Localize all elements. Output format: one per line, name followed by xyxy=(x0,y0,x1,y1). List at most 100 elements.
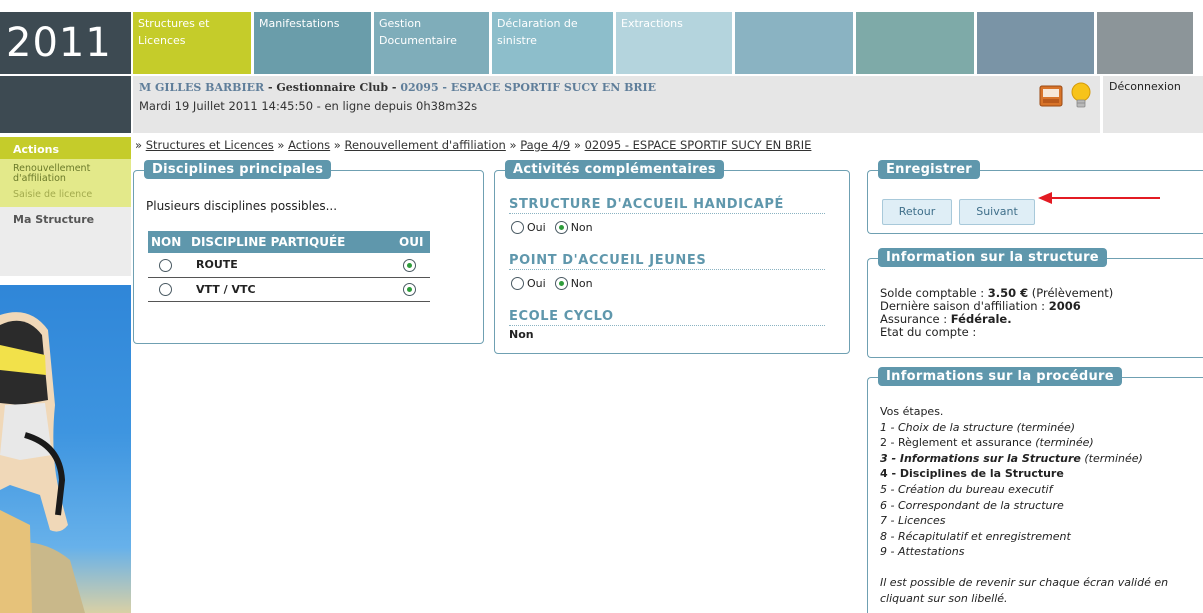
disciplines-intro: Plusieurs disciplines possibles... xyxy=(146,199,338,213)
step-label: 4 - Disciplines de la Structure xyxy=(880,467,1064,481)
discipline-route-oui-radio[interactable] xyxy=(403,258,416,272)
step-label: 6 - Correspondant de la structure xyxy=(880,498,1064,512)
col-discipline: DISCIPLINE PARTIQUÉE xyxy=(188,231,396,253)
year-logo: 2011 xyxy=(0,12,131,74)
user-bar: M GILLES BARBIER - Gestionnaire Club - 0… xyxy=(133,76,1100,133)
sidebar-item-renouvellement[interactable]: Renouvellement d'affiliation xyxy=(0,161,131,187)
etat-line: Etat du compte : xyxy=(880,325,977,339)
structure-info-panel: Information sur la structure Solde compt… xyxy=(867,248,1203,358)
note-text: Il est possible de revenir sur chaque éc… xyxy=(880,575,1169,605)
disciplines-table: NON DISCIPLINE PARTIQUÉE OUI ROUTE VTT /… xyxy=(148,231,430,302)
procedure-panel: Informations sur la procédure Vos étapes… xyxy=(867,367,1203,613)
breadcrumb-prefix: » xyxy=(135,138,146,152)
breadcrumb-actions[interactable]: Actions xyxy=(288,138,330,152)
step-label: 3 - Informations sur la Structure xyxy=(880,451,1081,465)
procedure-body: Vos étapes. 1 - Choix de la structure (t… xyxy=(880,404,1200,606)
procedure-step: 5 - Création du bureau executif xyxy=(880,482,1200,498)
sidebar-item-saisie-licence[interactable]: Saisie de licence xyxy=(0,187,131,203)
procedure-note: Il est possible de revenir sur chaque éc… xyxy=(880,575,1200,606)
tab-empty-4 xyxy=(1097,12,1193,74)
annotation-arrow-icon xyxy=(1038,192,1160,204)
discipline-name: VTT / VTC xyxy=(188,277,396,302)
user-identity: M GILLES BARBIER - Gestionnaire Club - 0… xyxy=(139,81,1094,94)
step-label: 5 - Création du bureau executif xyxy=(880,482,1053,496)
procedure-step: 7 - Licences xyxy=(880,513,1200,529)
saison-value: 2006 xyxy=(1048,299,1081,313)
discipline-vtt-non-radio[interactable] xyxy=(159,282,172,296)
col-non: NON xyxy=(148,231,188,253)
sidebar-item-ma-structure[interactable]: Ma Structure xyxy=(0,207,131,276)
solde-note: (Prélèvement) xyxy=(1028,286,1114,300)
table-row: ROUTE xyxy=(148,253,430,278)
header-icons xyxy=(1038,82,1092,113)
assurance-value: Fédérale. xyxy=(950,312,1012,326)
tab-gestion-documentaire[interactable]: Gestion Documentaire xyxy=(374,12,489,74)
procedure-step[interactable]: 2 - Règlement et assurance (terminée) xyxy=(880,435,1200,451)
tab-extractions[interactable]: Extractions xyxy=(616,12,732,74)
discipline-route-non-radio[interactable] xyxy=(159,258,172,272)
table-row: VTT / VTC xyxy=(148,277,430,302)
jeunes-oui-radio[interactable] xyxy=(511,277,524,290)
handicap-title: STRUCTURE D'ACCUEIL HANDICAPÉ xyxy=(509,197,825,214)
jeunes-non-radio[interactable] xyxy=(554,277,568,290)
tab-manifestations[interactable]: Manifestations xyxy=(254,12,371,74)
step-status: (terminée) xyxy=(1031,436,1094,450)
handicap-oui-label: Oui xyxy=(527,221,546,234)
disciplines-title: Disciplines principales xyxy=(144,160,332,179)
tab-empty-1 xyxy=(735,12,853,74)
structure-info-body: Solde comptable : 3.50 € (Prélèvement) D… xyxy=(880,287,1113,339)
user-name: M GILLES BARBIER xyxy=(139,81,265,94)
step-label: 9 - Attestations xyxy=(880,545,965,559)
step-label: 8 - Récapitulatif et enregistrement xyxy=(880,529,1071,543)
tab-declaration-sinistre[interactable]: Déclaration de sinistre xyxy=(492,12,613,74)
procedure-step: 9 - Attestations xyxy=(880,544,1200,560)
activites-title: Activités complémentaires xyxy=(505,160,724,179)
handicap-non-radio[interactable] xyxy=(554,221,568,234)
col-oui: OUI xyxy=(396,231,430,253)
breadcrumb-club[interactable]: 02095 - ESPACE SPORTIF SUCY EN BRIE xyxy=(585,138,812,152)
sidebar-actions: Renouvellement d'affiliation Saisie de l… xyxy=(0,159,131,207)
suivant-button[interactable]: Suivant xyxy=(959,199,1035,225)
step-label: 7 - Licences xyxy=(880,514,946,528)
cyclo-value: Non xyxy=(509,328,534,341)
jeunes-non-label: Non xyxy=(570,277,593,290)
procedure-step-current[interactable]: 4 - Disciplines de la Structure xyxy=(880,466,1200,482)
procedure-step: 8 - Récapitulatif et enregistrement xyxy=(880,529,1200,545)
separator: - xyxy=(388,81,401,94)
assurance-label: Assurance : xyxy=(880,312,951,326)
sidebar: Actions Renouvellement d'affiliation Sai… xyxy=(0,137,131,276)
step-label: 1 - Choix de la structure xyxy=(880,420,1014,434)
structure-info-title: Information sur la structure xyxy=(878,248,1107,267)
tab-empty-2 xyxy=(856,12,974,74)
discipline-vtt-oui-radio[interactable] xyxy=(403,282,416,296)
lightbulb-icon[interactable] xyxy=(1070,82,1092,113)
logout-link[interactable]: Déconnexion xyxy=(1103,76,1203,133)
user-role: Gestionnaire Club xyxy=(276,81,389,94)
inbox-tray-icon[interactable] xyxy=(1038,84,1064,111)
breadcrumb-structures-licences[interactable]: Structures et Licences xyxy=(146,138,274,152)
step-status: (terminée) xyxy=(1013,420,1076,434)
session-datetime: Mardi 19 Juillet 2011 14:45:50 - en lign… xyxy=(139,99,478,113)
main-nav: Structures et Licences Manifestations Ge… xyxy=(133,12,1196,74)
breadcrumb-renouvellement[interactable]: Renouvellement d'affiliation xyxy=(345,138,506,152)
enregistrer-title: Enregistrer xyxy=(878,160,981,179)
procedure-step[interactable]: 3 - Informations sur la Structure (termi… xyxy=(880,451,1200,467)
procedure-step: 6 - Correspondant de la structure xyxy=(880,498,1200,514)
cyclist-photo xyxy=(0,285,131,613)
breadcrumb-sep: » xyxy=(570,138,585,152)
procedure-step[interactable]: 1 - Choix de la structure (terminée) xyxy=(880,420,1200,436)
step-status: (terminée) xyxy=(1080,451,1143,465)
breadcrumb-page[interactable]: Page 4/9 xyxy=(520,138,570,152)
handicap-non-label: Non xyxy=(570,221,593,234)
breadcrumb: » Structures et Licences » Actions » Ren… xyxy=(135,138,811,152)
breadcrumb-sep: » xyxy=(330,138,345,152)
breadcrumb-sep: » xyxy=(505,138,521,152)
cyclo-title: ECOLE CYCLO xyxy=(509,309,825,326)
retour-button[interactable]: Retour xyxy=(882,199,952,225)
procedure-title: Informations sur la procédure xyxy=(878,367,1122,386)
handicap-oui-radio[interactable] xyxy=(511,221,524,234)
tab-structures-licences[interactable]: Structures et Licences xyxy=(133,12,251,74)
jeunes-title: POINT D'ACCUEIL JEUNES xyxy=(509,253,825,270)
sidebar-title: Actions xyxy=(0,137,131,159)
activites-panel: Activités complémentaires STRUCTURE D'AC… xyxy=(494,160,850,354)
